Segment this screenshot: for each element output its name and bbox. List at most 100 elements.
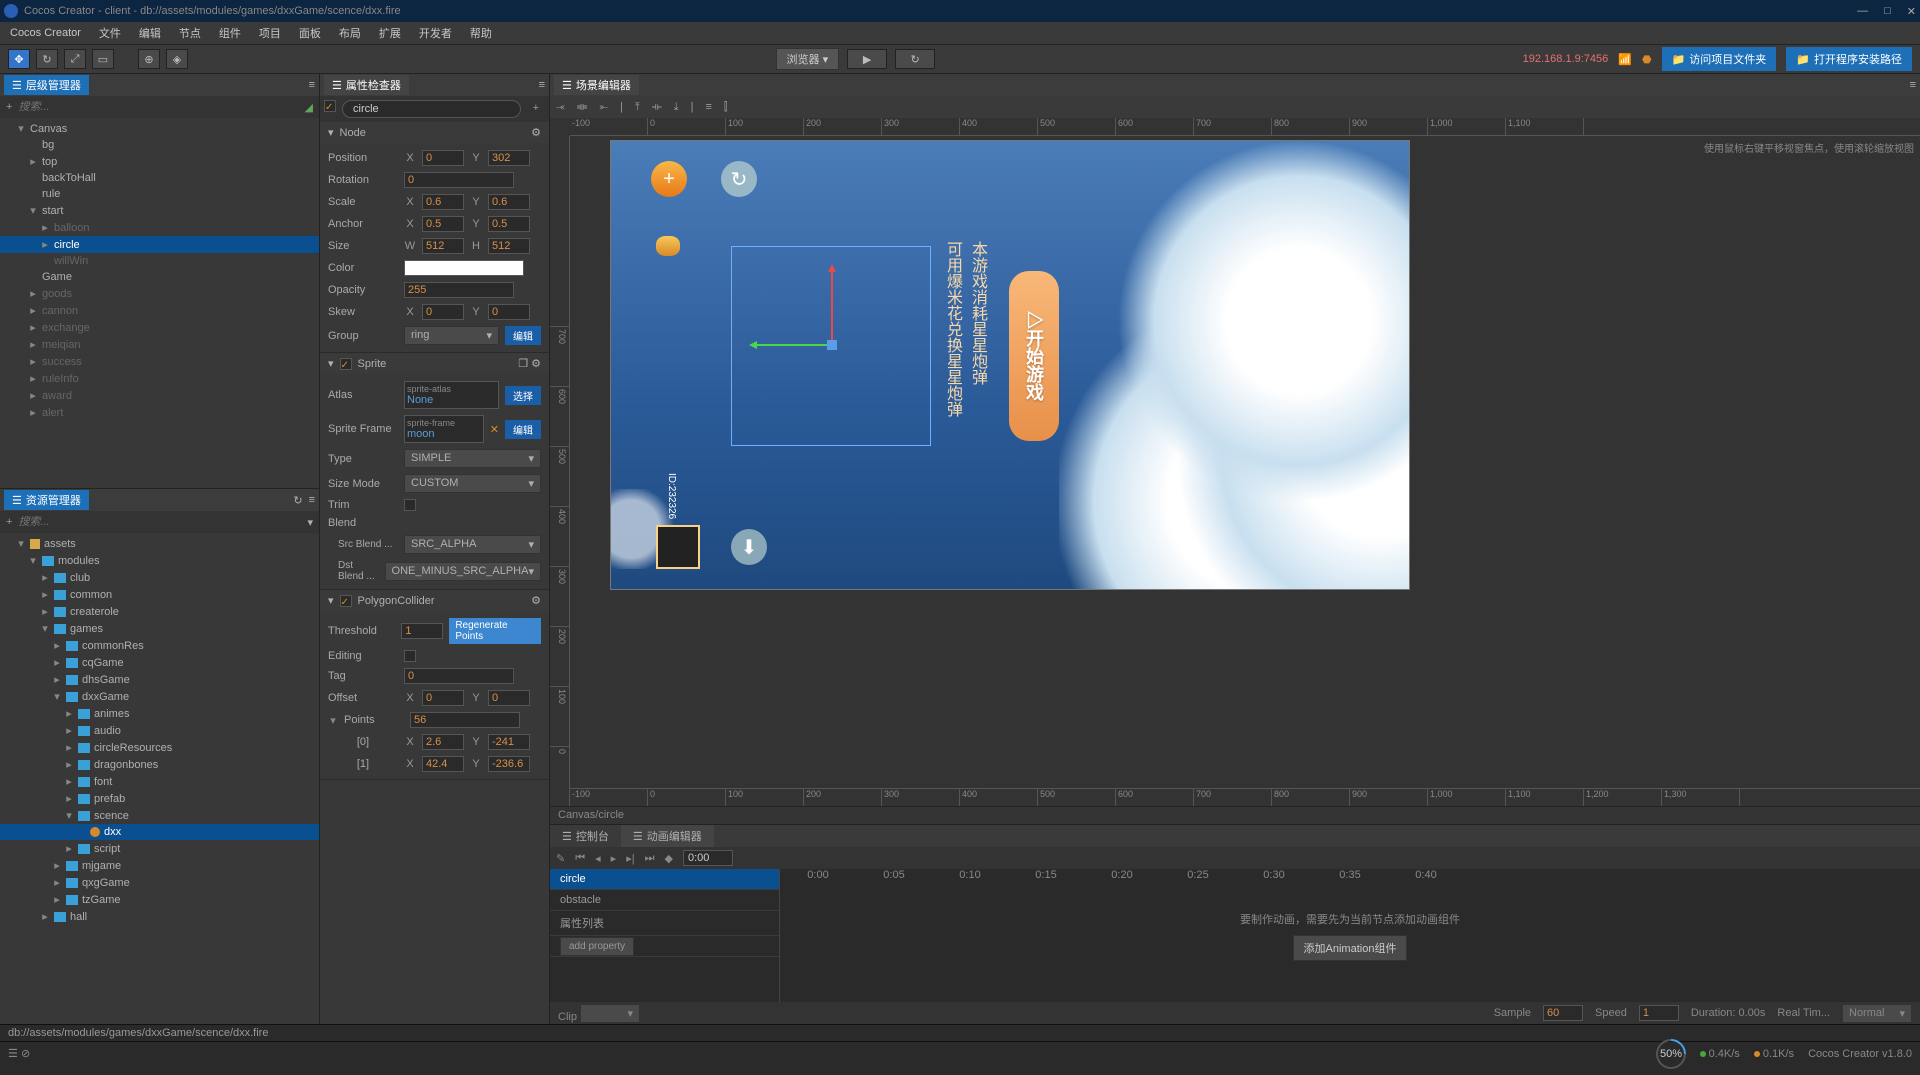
add-animation-button[interactable]: 添加Animation组件 (1293, 935, 1408, 961)
tree-item[interactable]: ▸circleResources (0, 739, 319, 756)
gizmo-x-axis[interactable] (751, 344, 831, 346)
tree-item-selected[interactable]: dxx (0, 824, 319, 840)
scale-tool-button[interactable]: ⤢ (64, 49, 86, 69)
time-input[interactable] (683, 850, 733, 866)
tree-item[interactable]: ▸qxgGame (0, 874, 319, 891)
anchor-x-input[interactable] (422, 216, 464, 232)
point-0-x-input[interactable] (422, 734, 464, 750)
tree-item[interactable]: ▾scence (0, 807, 319, 824)
align-center-h-icon[interactable]: ⟚ (577, 101, 587, 114)
refresh-icon[interactable]: ↻ (293, 494, 302, 507)
hierarchy-tab[interactable]: ☰ 层级管理器 (4, 75, 89, 95)
tree-item[interactable]: ▸prefab (0, 790, 319, 807)
rotation-input[interactable] (404, 172, 514, 188)
rect-tool-button[interactable]: ▭ (92, 49, 114, 69)
hierarchy-tree[interactable]: ▾Canvas bg ▸top backToHall rule ▾start ▸… (0, 118, 319, 488)
spriteframe-field[interactable]: sprite-framemoon (404, 415, 484, 443)
scene-canvas[interactable]: 使用鼠标右键平移视窗焦点，使用滚轮缩放视图 -10001002003004005… (550, 118, 1920, 806)
tree-item-selected[interactable]: ▸circle (0, 236, 319, 253)
menu-item[interactable]: 面板 (299, 25, 321, 41)
skew-x-input[interactable] (422, 304, 464, 320)
group-select[interactable]: ring▾ (404, 326, 499, 345)
notification-icon[interactable]: ⬣ (1642, 53, 1652, 66)
tree-item[interactable]: ▸createrole (0, 603, 319, 620)
tree-item[interactable]: ▸exchange (0, 319, 319, 336)
tree-item[interactable]: ▸dragonbones (0, 756, 319, 773)
add-property-button[interactable]: add property (560, 937, 634, 956)
point-0-y-input[interactable] (488, 734, 530, 750)
hierarchy-search-input[interactable] (18, 101, 298, 113)
tree-item[interactable]: ▸animes (0, 705, 319, 722)
refresh-button[interactable]: ↻ (895, 49, 935, 69)
tree-item[interactable]: ▸goods (0, 285, 319, 302)
panel-menu-icon[interactable]: ≡ (309, 494, 315, 507)
tree-item[interactable]: ▾assets (0, 535, 319, 552)
tree-item[interactable]: Game (0, 269, 319, 285)
last-frame-icon[interactable]: ⏭ (645, 852, 655, 865)
tree-item[interactable]: ▸meiqian (0, 336, 319, 353)
tree-item[interactable]: rule (0, 186, 319, 202)
align-center-v-icon[interactable]: ⟛ (652, 101, 662, 114)
wrap-mode-select[interactable]: Normal▾ (1842, 1004, 1912, 1023)
tree-item[interactable]: ▸font (0, 773, 319, 790)
prev-frame-icon[interactable]: ◂ (595, 852, 601, 865)
atlas-select-button[interactable]: 选择 (505, 386, 541, 405)
distribute-h-icon[interactable]: ≡ (705, 101, 711, 113)
tree-item[interactable]: ▸hall (0, 908, 319, 925)
gizmo-center[interactable] (827, 340, 837, 350)
gear-icon[interactable]: ⚙ (531, 126, 541, 139)
tree-item[interactable]: ▾dxxGame (0, 688, 319, 705)
opacity-input[interactable] (404, 282, 514, 298)
local-tool-button[interactable]: ◈ (166, 49, 188, 69)
clip-select[interactable]: ▾ (580, 1004, 640, 1023)
tree-item[interactable]: ▸alert (0, 404, 319, 421)
gear-icon[interactable]: ⚙ (531, 594, 541, 607)
assets-tab[interactable]: ☰ 资源管理器 (4, 490, 89, 510)
menu-item[interactable]: 节点 (179, 25, 201, 41)
help-icon[interactable]: ❐ (518, 358, 528, 370)
skew-y-input[interactable] (488, 304, 530, 320)
create-asset-button[interactable]: + (6, 516, 12, 528)
tree-item[interactable]: willWin (0, 253, 319, 269)
tree-item[interactable]: ▸cqGame (0, 654, 319, 671)
zoom-indicator[interactable]: 50% (1649, 1032, 1691, 1074)
tree-item[interactable]: ▾modules (0, 552, 319, 569)
gear-icon[interactable]: ⚙ (531, 358, 541, 370)
clear-icon[interactable]: ✕ (490, 423, 499, 436)
node-name-input[interactable] (342, 100, 521, 118)
maximize-button[interactable]: □ (1884, 5, 1891, 18)
align-bottom-icon[interactable]: ⤓ (674, 101, 679, 114)
point-1-x-input[interactable] (422, 756, 464, 772)
filter-icon[interactable]: ▾ (307, 516, 313, 529)
animation-tab[interactable]: ☰ 动画编辑器 (621, 825, 714, 847)
align-left-icon[interactable]: ⤛ (556, 101, 565, 114)
align-top-icon[interactable]: ⤒ (635, 101, 640, 114)
menu-item[interactable]: 编辑 (139, 25, 161, 41)
error-icon[interactable]: ⊘ (21, 1048, 30, 1060)
tree-item[interactable]: ▾start (0, 202, 319, 219)
tree-item[interactable]: bg (0, 137, 319, 153)
close-button[interactable]: ✕ (1907, 5, 1916, 18)
console-tab[interactable]: ☰ 控制台 (550, 825, 621, 847)
position-x-input[interactable] (422, 150, 464, 166)
scale-y-input[interactable] (488, 194, 530, 210)
menu-item[interactable]: 布局 (339, 25, 361, 41)
sample-input[interactable] (1543, 1005, 1583, 1021)
speed-input[interactable] (1639, 1005, 1679, 1021)
tree-item[interactable]: ▸commonRes (0, 637, 319, 654)
scene-tab[interactable]: ☰ 场景编辑器 (554, 75, 639, 95)
trim-checkbox[interactable] (404, 499, 416, 511)
create-node-button[interactable]: + (6, 101, 12, 113)
tree-item[interactable]: ▸cannon (0, 302, 319, 319)
position-y-input[interactable] (488, 150, 530, 166)
play-button[interactable]: ▶ (847, 49, 887, 69)
tree-item[interactable]: ▸audio (0, 722, 319, 739)
tree-item[interactable]: ▸success (0, 353, 319, 370)
tree-item[interactable]: ▾Canvas (0, 120, 319, 137)
tag-input[interactable] (404, 668, 514, 684)
first-frame-icon[interactable]: ⏮ (575, 852, 585, 865)
rotate-tool-button[interactable]: ↻ (36, 49, 58, 69)
add-event-icon[interactable]: ◆ (664, 852, 672, 865)
edit-icon[interactable]: ✎ (556, 852, 565, 865)
play-icon[interactable]: ▸ (611, 852, 617, 865)
